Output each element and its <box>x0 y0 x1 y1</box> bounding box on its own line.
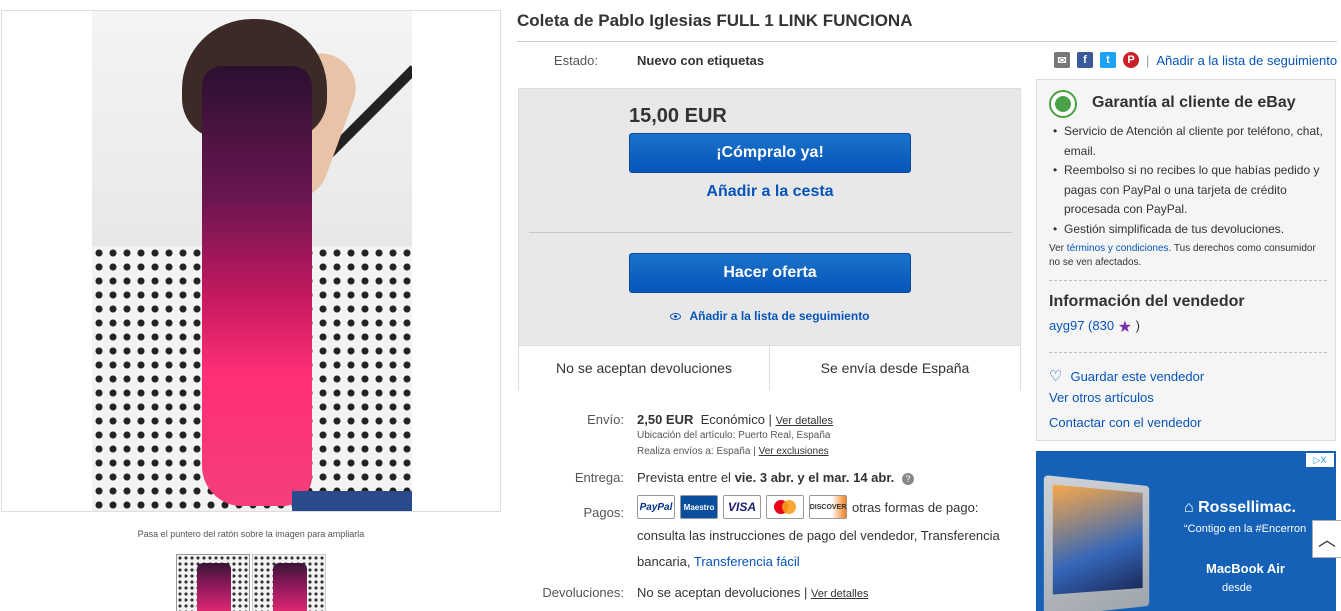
returns-line: No se aceptan devoluciones | Ver detalle… <box>637 585 868 600</box>
payments-line3-text: bancaria, <box>637 554 691 569</box>
mail-icon[interactable]: ✉ <box>1054 52 1070 68</box>
buy-now-button[interactable]: ¡Cómpralo ya! <box>629 133 911 173</box>
payments-line2: consulta las instrucciones de pago del v… <box>637 528 1000 543</box>
terms-link[interactable]: términos y condiciones <box>1067 243 1169 254</box>
transfer-link[interactable]: Transferencia fácil <box>694 554 800 569</box>
scroll-up-button[interactable]: ︿ <box>1312 520 1341 558</box>
shipping-details-link[interactable]: Ver detalles <box>776 415 833 427</box>
add-to-cart-link[interactable]: Añadir a la cesta <box>629 183 911 201</box>
eye-icon <box>670 313 682 321</box>
advertisement[interactable]: ⌂ Rossellimac. “Contigo en la #Encerron … <box>1036 451 1336 611</box>
payments-line3: bancaria, Transferencia fácil <box>637 554 800 569</box>
seller-panel: Garantía al cliente de eBay Servicio de … <box>1036 79 1336 441</box>
mastercard-logo <box>766 495 804 519</box>
save-seller-button[interactable]: ♡ Guardar este vendedor <box>1049 367 1204 385</box>
payments-other: otras formas de pago: <box>852 499 979 515</box>
divider <box>1049 352 1327 353</box>
divider <box>1049 280 1327 281</box>
list-item: Gestión simplificada de tus devoluciones… <box>1051 220 1331 240</box>
adchoices-icon[interactable]: ▷X <box>1306 453 1334 467</box>
ad-brand: ⌂ Rossellimac. <box>1184 499 1296 516</box>
divider <box>517 41 1337 42</box>
returns-highlight: No se aceptan devoluciones <box>556 360 732 376</box>
separator: | <box>803 585 808 600</box>
shield-icon <box>1049 90 1077 118</box>
returns-value: No se aceptan devoluciones <box>637 585 801 600</box>
divider <box>529 232 1012 233</box>
list-item: Servicio de Atención al cliente por telé… <box>1051 122 1331 161</box>
page-title: Coleta de Pablo Iglesias FULL 1 LINK FUN… <box>517 11 913 30</box>
price: 15,00 EUR <box>629 105 727 127</box>
make-offer-button[interactable]: Hacer oferta <box>629 253 911 293</box>
ad-desde: desde <box>1222 582 1252 594</box>
note-prefix: Ver <box>1049 243 1065 254</box>
delivery-range: vie. 3 abr. y el mar. 14 abr. <box>734 470 895 485</box>
watchlist-link[interactable]: Añadir a la lista de seguimiento <box>1156 53 1337 68</box>
ad-slogan: “Contigo en la #Encerron <box>1184 523 1307 535</box>
seller-name-link[interactable]: ayg97 <box>1049 318 1084 333</box>
delivery-label: Entrega: <box>574 470 624 485</box>
facebook-icon[interactable]: f <box>1077 52 1093 68</box>
item-location: Ubicación del artículo: Puerto Real, Esp… <box>637 430 830 441</box>
product-photo <box>92 11 412 511</box>
pinterest-icon[interactable]: P <box>1123 52 1139 68</box>
close-paren: ) <box>1135 318 1141 333</box>
delivery-prefix: Prevista entre el <box>637 470 731 485</box>
save-seller-label: Guardar este vendedor <box>1070 369 1205 384</box>
shipping-service: Económico <box>700 412 765 427</box>
guarantee-note: Ver términos y condiciones. Tus derechos… <box>1049 242 1329 270</box>
maestro-logo: Maestro <box>680 495 718 519</box>
ships-to-label: Realiza envíos a: <box>637 446 714 457</box>
thumbnail-strip <box>176 554 326 611</box>
shipping-line: 2,50 EUR Económico | Ver detalles <box>637 412 833 427</box>
feedback-score-link[interactable]: (830 <box>1088 318 1114 333</box>
buy-box: 15,00 EUR ¡Cómpralo ya! Añadir a la cest… <box>518 88 1021 390</box>
image-zoom-hint: Pasa el puntero del ratón sobre la image… <box>137 529 365 539</box>
twitter-icon[interactable]: t <box>1100 52 1116 68</box>
discover-logo: DISCOVER <box>809 495 847 519</box>
returns-details-link[interactable]: Ver detalles <box>811 588 868 600</box>
returns-label: Devoluciones: <box>542 585 624 600</box>
separator: | <box>768 412 772 427</box>
help-icon[interactable]: ? <box>901 473 914 485</box>
ships-to: Realiza envíos a: España | Ver exclusion… <box>637 446 829 457</box>
location-value: Puerto Real, España <box>738 430 831 441</box>
list-item: Reembolso si no recibes lo que habías pe… <box>1051 161 1331 220</box>
payments-label: Pagos: <box>583 505 624 520</box>
item-highlights: No se aceptan devoluciones Se envía desd… <box>519 345 1020 390</box>
add-to-watchlist-label: Añadir a la lista de seguimiento <box>689 309 870 323</box>
condition-value: Nuevo con etiquetas <box>637 53 765 68</box>
share-bar: ✉ f t P | Añadir a la lista de seguimien… <box>1054 52 1337 68</box>
delivery-estimate: Prevista entre el vie. 3 abr. y el mar. … <box>637 470 914 485</box>
paypal-logo: PayPal <box>637 495 675 519</box>
ad-product: MacBook Air <box>1206 561 1285 576</box>
laptop-image <box>1043 474 1150 611</box>
main-product-image[interactable] <box>1 10 501 512</box>
thumbnail-1[interactable] <box>176 554 250 611</box>
payment-logos: PayPal Maestro VISA DISCOVER otras forma… <box>637 495 978 519</box>
condition-label: Estado: <box>553 53 598 68</box>
contact-seller-link[interactable]: Contactar con el vendedor <box>1049 415 1201 430</box>
guarantee-list: Servicio de Atención al cliente por telé… <box>1051 122 1331 239</box>
guarantee-title: Garantía al cliente de eBay <box>1092 94 1296 111</box>
ships-to-value: España <box>716 446 751 457</box>
seller-heading: Información del vendedor <box>1049 293 1245 310</box>
seller-name-row: ayg97 (830 ★ ) <box>1049 317 1140 337</box>
visa-logo: VISA <box>723 495 761 519</box>
other-items-link[interactable]: Ver otros artículos <box>1049 390 1154 405</box>
separator: | <box>1146 52 1150 68</box>
separator: | <box>753 446 756 457</box>
ships-from-highlight: Se envía desde España <box>769 346 1020 390</box>
location-label: Ubicación del artículo: <box>637 430 736 441</box>
thumbnail-2[interactable] <box>252 554 326 611</box>
star-icon: ★ <box>1117 319 1133 336</box>
heart-icon: ♡ <box>1049 368 1063 385</box>
exclusions-link[interactable]: Ver exclusiones <box>759 446 829 457</box>
add-to-watchlist-button[interactable]: Añadir a la lista de seguimiento <box>629 309 911 323</box>
shipping-cost: 2,50 EUR <box>637 412 694 427</box>
shipping-label: Envío: <box>587 412 624 427</box>
